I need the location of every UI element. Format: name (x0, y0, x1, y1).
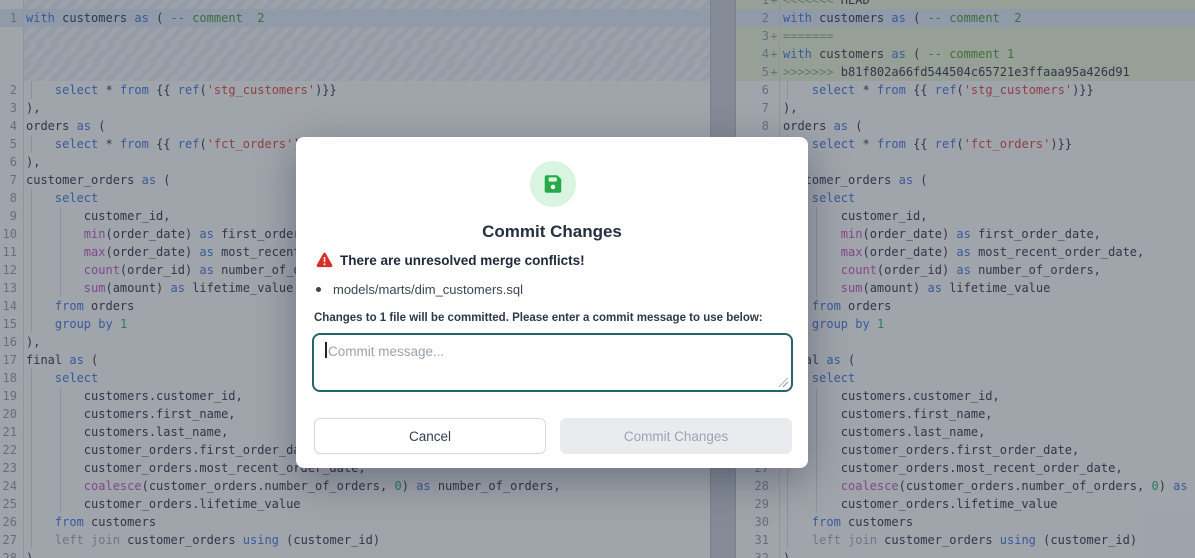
cancel-button[interactable]: Cancel (314, 418, 546, 454)
modal-title: Commit Changes (296, 222, 808, 242)
conflict-file-name: models/marts/dim_customers.sql (333, 282, 523, 297)
warning-text: There are unresolved merge conflicts! (340, 253, 585, 268)
commit-modal: Commit Changes There are unresolved merg… (296, 137, 808, 468)
commit-message-label: Changes to 1 file will be committed. Ple… (314, 312, 763, 324)
text-caret (325, 342, 327, 358)
warning-icon (316, 252, 333, 268)
commit-message-input[interactable] (312, 333, 793, 392)
bullet-icon (316, 287, 321, 292)
commit-changes-button[interactable]: Commit Changes (560, 418, 792, 454)
conflict-file-item: models/marts/dim_customers.sql (316, 282, 523, 297)
save-icon (530, 161, 576, 207)
